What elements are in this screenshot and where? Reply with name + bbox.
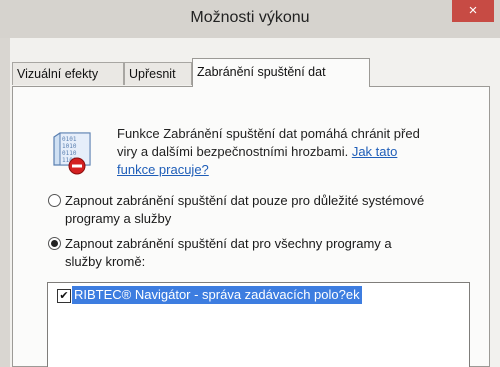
exceptions-list[interactable]: ✔ RIBTEC® Navigátor - správa zadávacích …	[47, 282, 470, 367]
radio-label: Zapnout zabránění spuštění dat pouze pro…	[65, 193, 425, 226]
radio-button[interactable]	[48, 194, 61, 207]
description-line-2: viry a dalšími bezpečnostními hrozbami.	[117, 144, 352, 159]
svg-text:0101: 0101	[62, 136, 77, 143]
exception-label[interactable]: RIBTEC® Navigátor - správa zadávacích po…	[72, 286, 362, 304]
close-button[interactable]: ×	[452, 0, 494, 22]
radio-label: Zapnout zabránění spuštění dat pro všech…	[65, 236, 392, 269]
title-bar[interactable]: Možnosti výkonu ×	[0, 0, 500, 38]
dep-description: Funkce Zabránění spuštění dat pomáhá chr…	[117, 125, 467, 179]
radio-button-selected[interactable]	[48, 237, 61, 250]
svg-text:0110: 0110	[62, 150, 77, 157]
description-line-1: Funkce Zabránění spuštění dat pomáhá chr…	[117, 126, 420, 141]
tab-data-execution-prevention[interactable]: Zabránění spuštění dat	[192, 58, 370, 87]
dep-shield-icon: 0101 1010 0110 1101	[53, 132, 91, 175]
window-title: Možnosti výkonu	[190, 9, 310, 26]
tab-advanced[interactable]: Upřesnit	[124, 62, 192, 85]
help-link[interactable]: Jak tato	[352, 144, 398, 159]
help-link-continued[interactable]: funkce pracuje?	[117, 162, 209, 177]
tab-visual-effects[interactable]: Vizuální efekty	[12, 62, 124, 85]
exception-checkbox[interactable]: ✔	[57, 289, 71, 303]
svg-text:1010: 1010	[62, 143, 77, 150]
